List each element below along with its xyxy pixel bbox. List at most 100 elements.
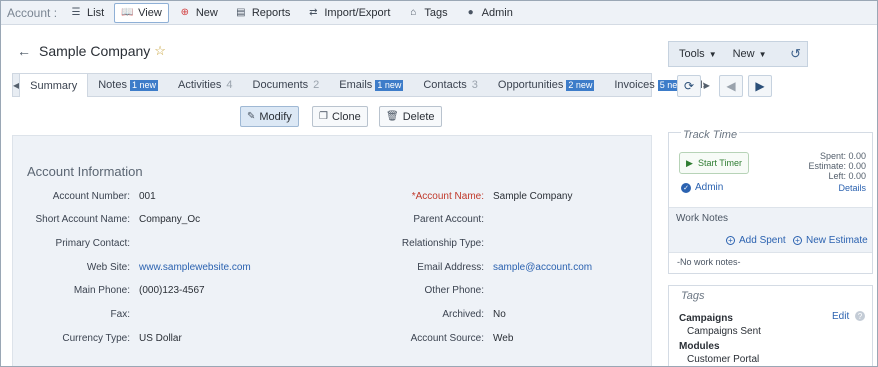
menu-new-label: New bbox=[195, 6, 218, 19]
field-value: 001 bbox=[139, 191, 156, 202]
account-information-panel: Account Information Account Number: 001 … bbox=[12, 135, 652, 366]
tab-opportunities[interactable]: Opportunities 2 new bbox=[488, 74, 604, 96]
left-value: Left: 0.00 bbox=[828, 171, 866, 181]
report-icon: ▤ bbox=[236, 7, 246, 18]
new-label: New bbox=[732, 48, 755, 60]
refresh-button[interactable]: ⟳ bbox=[677, 75, 701, 97]
edit-tags-link[interactable]: Edit bbox=[832, 311, 849, 322]
previous-record-button[interactable]: ◀ bbox=[719, 75, 743, 97]
new-estimate-link[interactable]: + New Estimate bbox=[793, 235, 868, 246]
time-stats: Spent: 0.00 Estimate: 0.00 Left: 0.00 De… bbox=[808, 151, 866, 193]
caret-down-icon: ▼ bbox=[758, 49, 767, 59]
book-icon: 📖 bbox=[120, 7, 134, 18]
tags-title: Tags bbox=[681, 290, 705, 302]
modify-button[interactable]: ✎ Modify bbox=[240, 106, 299, 127]
modify-label: Modify bbox=[259, 110, 292, 123]
tab-count: 4 bbox=[226, 79, 233, 91]
menu-list-label: List bbox=[87, 6, 105, 19]
back-arrow-icon[interactable]: ← bbox=[17, 43, 31, 59]
copy-icon: ❐ bbox=[319, 111, 328, 122]
spent-value: Spent: 0.00 bbox=[819, 151, 866, 161]
tab-badge: 1 new bbox=[129, 79, 158, 91]
clone-button[interactable]: ❐ Clone bbox=[312, 106, 368, 127]
next-record-button[interactable]: ▶ bbox=[748, 75, 772, 97]
tab-documents[interactable]: Documents 2 bbox=[243, 74, 330, 96]
menu-admin[interactable]: ● Admin bbox=[458, 3, 520, 23]
menu-new[interactable]: ⊕ New bbox=[172, 3, 225, 23]
clone-label: Clone bbox=[331, 110, 361, 123]
new-dropdown[interactable]: New ▼ bbox=[733, 48, 767, 60]
menu-admin-label: Admin bbox=[481, 6, 513, 19]
email-link[interactable]: sample@account.com bbox=[493, 262, 592, 273]
details-link[interactable]: Details bbox=[808, 183, 866, 193]
field-label: Short Account Name: bbox=[35, 214, 131, 225]
tab-count: 3 bbox=[471, 79, 478, 91]
star-icon[interactable]: ☆ bbox=[154, 43, 166, 59]
tab-contacts[interactable]: Contacts 3 bbox=[413, 74, 488, 96]
plus-circle-icon: + bbox=[726, 236, 735, 245]
tab-notes[interactable]: Notes 1 new bbox=[88, 74, 168, 96]
field-value: Company_Oc bbox=[139, 214, 201, 225]
track-time-panel: Track Time ▶ Start Timer Spent: 0.00 Est… bbox=[668, 129, 873, 274]
module-menubar: Account : ☰ List 📖 View ⊕ New ▤ Reports … bbox=[1, 1, 877, 25]
tab-badge: 1 new bbox=[375, 79, 404, 91]
tab-count: 2 bbox=[313, 79, 320, 91]
delete-button[interactable]: 🗑 Delete bbox=[379, 106, 442, 127]
section-heading: Account Information bbox=[27, 164, 143, 179]
start-timer-button[interactable]: ▶ Start Timer bbox=[679, 152, 749, 174]
field-label: Parent Account: bbox=[413, 214, 484, 225]
page-title: Sample Company bbox=[39, 43, 151, 59]
new-estimate-label: New Estimate bbox=[806, 235, 868, 246]
tab-label: Contacts bbox=[423, 79, 467, 91]
tab-emails[interactable]: Emails 1 new bbox=[329, 74, 413, 96]
modules-value: Customer Portal bbox=[687, 354, 760, 365]
track-time-title: Track Time bbox=[681, 129, 740, 141]
field-label: Web Site: bbox=[86, 262, 130, 273]
tab-label: Activities bbox=[178, 79, 222, 91]
menu-list[interactable]: ☰ List bbox=[63, 3, 111, 23]
work-notes-bar: Work Notes + Add Spent + New Estimate bbox=[669, 207, 872, 253]
menu-import-export[interactable]: ⇄ Import/Export bbox=[300, 3, 397, 23]
delete-label: Delete bbox=[402, 110, 435, 123]
tab-label: Notes bbox=[98, 79, 127, 91]
module-label: Account : bbox=[7, 5, 58, 20]
user-name: Admin bbox=[695, 182, 724, 193]
tab-label: Summary bbox=[30, 79, 78, 92]
field-label: Email Address: bbox=[417, 262, 484, 273]
menu-import-export-label: Import/Export bbox=[324, 6, 391, 19]
menu-view[interactable]: 📖 View bbox=[114, 2, 169, 23]
field-label: Account Source: bbox=[410, 333, 484, 344]
pencil-icon: ✎ bbox=[247, 111, 256, 122]
history-icon[interactable]: ↺ bbox=[790, 46, 801, 62]
tools-toolbar: Tools ▼ New ▼ ↺ bbox=[668, 41, 808, 67]
menu-tags[interactable]: ⌂ Tags bbox=[400, 3, 454, 23]
tab-badge: 2 new bbox=[566, 79, 595, 91]
tools-dropdown[interactable]: Tools ▼ bbox=[679, 48, 717, 60]
tab-label: Documents bbox=[252, 79, 309, 91]
tab-scroll-right-icon[interactable]: ▶ bbox=[704, 74, 710, 96]
tag-icon: ⌂ bbox=[410, 7, 417, 18]
list-icon: ☰ bbox=[71, 7, 81, 18]
field-value: No bbox=[493, 309, 506, 320]
add-spent-link[interactable]: + Add Spent bbox=[726, 235, 786, 246]
help-icon[interactable]: ? bbox=[855, 311, 865, 321]
tab-activities[interactable]: Activities 4 bbox=[168, 74, 243, 96]
website-link[interactable]: www.samplewebsite.com bbox=[139, 262, 251, 273]
field-label: Primary Contact: bbox=[55, 238, 130, 249]
menu-view-label: View bbox=[138, 6, 162, 19]
field-value: US Dollar bbox=[139, 333, 182, 344]
menu-reports[interactable]: ▤ Reports bbox=[228, 3, 298, 23]
tab-label: Invoices bbox=[614, 79, 655, 91]
tools-label: Tools bbox=[679, 48, 705, 60]
field-label: Other Phone: bbox=[424, 285, 484, 296]
import-export-icon: ⇄ bbox=[309, 7, 318, 18]
shield-icon: ✓ bbox=[681, 182, 691, 193]
field-label: Fax: bbox=[110, 309, 130, 320]
plus-circle-icon: + bbox=[793, 236, 802, 245]
field-label: Currency Type: bbox=[62, 333, 130, 344]
no-work-notes: -No work notes- bbox=[677, 257, 741, 267]
caret-down-icon: ▼ bbox=[708, 49, 717, 59]
assigned-user[interactable]: ✓ Admin bbox=[681, 182, 723, 193]
record-header: ← Sample Company ☆ bbox=[17, 43, 166, 59]
tab-summary[interactable]: Summary bbox=[19, 74, 89, 97]
